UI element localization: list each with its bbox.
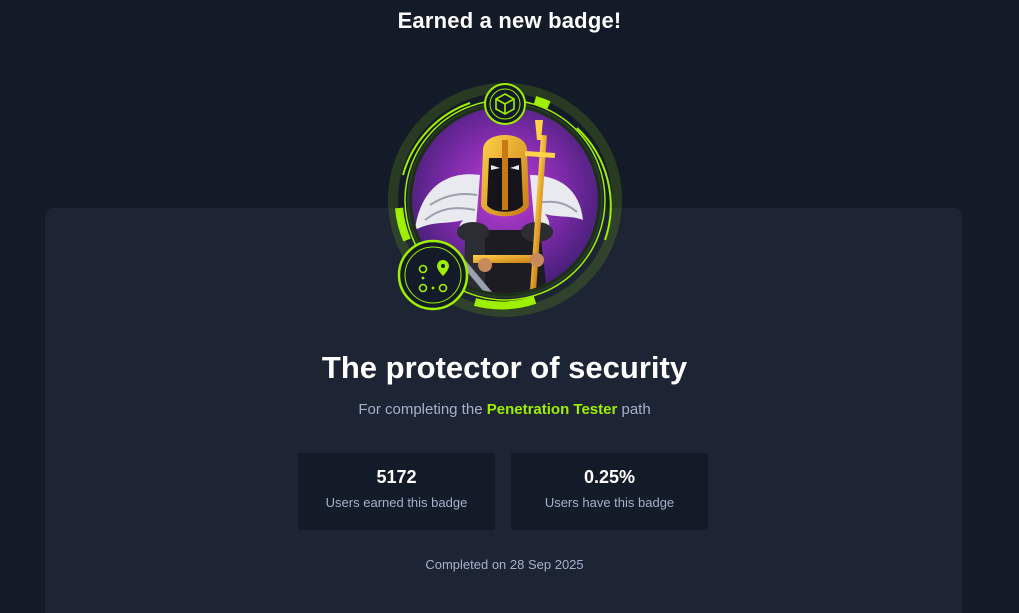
path-link[interactable]: Penetration Tester	[487, 401, 618, 418]
modal-heading: Earned a new badge!	[397, 8, 622, 33]
badge-title: The protector of security	[321, 350, 688, 385]
stat-value: 5172	[376, 467, 417, 487]
subtitle-suffix: path	[621, 401, 651, 418]
stat-users-have: 0.25% Users have this badge	[511, 453, 708, 530]
subtitle-prefix: For completing the	[358, 401, 483, 418]
badge-image	[385, 80, 625, 320]
route-map-icon	[397, 239, 469, 311]
completed-date: Completed on 28 Sep 2025	[425, 557, 584, 572]
stat-value: 0.25%	[583, 467, 636, 487]
badge-illustration	[388, 83, 622, 317]
cube-icon	[484, 83, 526, 125]
badge-subtitle: For completing the Penetration Tester pa…	[0, 401, 1009, 418]
stat-label: Users have this badge	[544, 495, 675, 510]
badge-earned-page: Earned a new badge! The protector of sec…	[0, 0, 1019, 613]
stat-label: Users earned this badge	[325, 495, 468, 510]
stat-users-earned: 5172 Users earned this badge	[298, 453, 495, 530]
